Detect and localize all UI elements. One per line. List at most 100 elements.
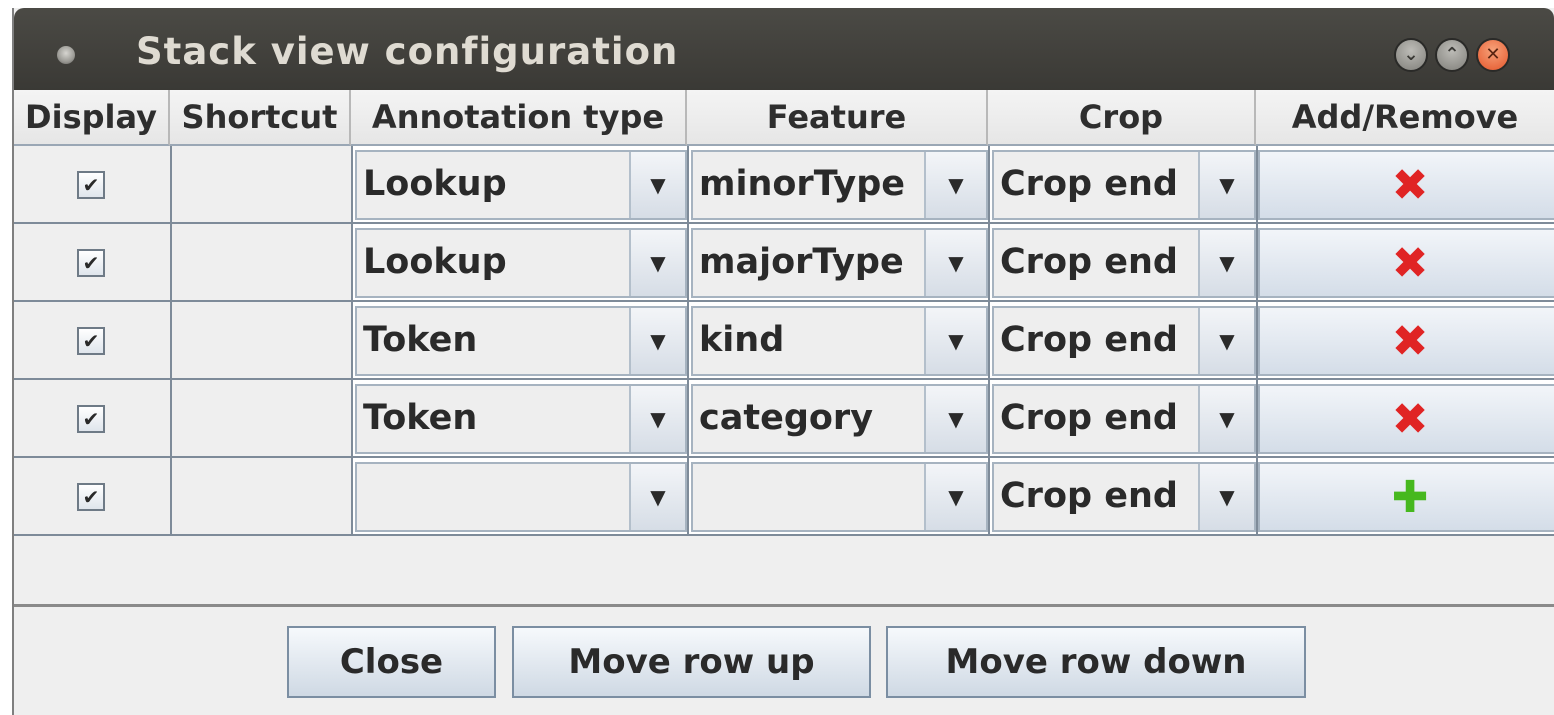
dropdown-arrow-icon[interactable]: ▼	[1198, 308, 1254, 374]
feature-combo[interactable]: category ▼	[691, 384, 988, 454]
add-remove-cell: ✖	[1258, 146, 1554, 224]
display-cell: ✔	[14, 224, 172, 302]
annotation-type-cell: ▼	[353, 458, 689, 536]
display-checkbox[interactable]: ✔	[77, 171, 105, 199]
annotation-type-cell: Token ▼	[353, 380, 689, 458]
crop-value: Crop end	[1000, 242, 1178, 282]
crop-cell: Crop end ▼	[990, 458, 1258, 536]
move-row-down-button[interactable]: Move row down	[886, 626, 1306, 698]
window-title: Stack view configuration	[136, 30, 679, 73]
feature-cell: minorType ▼	[689, 146, 990, 224]
table-row: ✔ Lookup ▼ majorType ▼ Crop end ▼ ✖	[14, 224, 1554, 302]
stack-config-table: Display Shortcut Annotation type Feature…	[14, 90, 1554, 536]
remove-row-button[interactable]: ✖	[1258, 306, 1554, 376]
dropdown-arrow-icon[interactable]: ▼	[629, 152, 685, 218]
annotation-type-combo[interactable]: Lookup ▼	[355, 228, 687, 298]
title-bar[interactable]: Stack view configuration ⌄ ⌃ ✕	[14, 8, 1554, 90]
feature-combo[interactable]: majorType ▼	[691, 228, 988, 298]
feature-cell: ▼	[689, 458, 990, 536]
feature-value: minorType	[699, 164, 906, 204]
crop-combo[interactable]: Crop end ▼	[992, 384, 1256, 454]
dropdown-arrow-icon[interactable]: ▼	[924, 464, 986, 530]
add-remove-cell: ✚	[1258, 458, 1554, 536]
display-checkbox[interactable]: ✔	[77, 249, 105, 277]
annotation-type-combo[interactable]: Lookup ▼	[355, 150, 687, 220]
table-row: ✔ Token ▼ category ▼ Crop end ▼ ✖	[14, 380, 1554, 458]
dropdown-arrow-icon[interactable]: ▼	[1198, 152, 1254, 218]
shortcut-cell[interactable]	[172, 224, 353, 302]
remove-row-button[interactable]: ✖	[1258, 228, 1554, 298]
annotation-type-combo[interactable]: Token ▼	[355, 306, 687, 376]
feature-cell: category ▼	[689, 380, 990, 458]
crop-combo[interactable]: Crop end ▼	[992, 150, 1256, 220]
dropdown-arrow-icon[interactable]: ▼	[924, 308, 986, 374]
display-cell: ✔	[14, 458, 172, 536]
annotation-type-value: Token	[363, 320, 478, 360]
annotation-type-value: Lookup	[363, 164, 507, 204]
shortcut-cell[interactable]	[172, 146, 353, 224]
display-checkbox[interactable]: ✔	[77, 483, 105, 511]
annotation-type-cell: Token ▼	[353, 302, 689, 380]
shortcut-cell[interactable]	[172, 458, 353, 536]
dropdown-arrow-icon[interactable]: ▼	[924, 230, 986, 296]
crop-value: Crop end	[1000, 398, 1178, 438]
feature-combo[interactable]: ▼	[691, 462, 988, 532]
annotation-type-combo[interactable]: Token ▼	[355, 384, 687, 454]
remove-row-button[interactable]: ✖	[1258, 150, 1554, 220]
display-cell: ✔	[14, 302, 172, 380]
header-crop[interactable]: Crop	[988, 90, 1256, 146]
header-annotation-type[interactable]: Annotation type	[351, 90, 687, 146]
header-feature[interactable]: Feature	[687, 90, 988, 146]
close-button[interactable]: Close	[287, 626, 496, 698]
feature-combo[interactable]: kind ▼	[691, 306, 988, 376]
crop-cell: Crop end ▼	[990, 146, 1258, 224]
window-menu-icon[interactable]	[57, 46, 75, 64]
header-shortcut[interactable]: Shortcut	[170, 90, 351, 146]
annotation-type-value: Lookup	[363, 242, 507, 282]
dropdown-arrow-icon[interactable]: ▼	[629, 386, 685, 452]
shortcut-cell[interactable]	[172, 302, 353, 380]
table-row: ✔ Lookup ▼ minorType ▼ Crop end ▼ ✖	[14, 146, 1554, 224]
minimize-button[interactable]: ⌄	[1394, 38, 1428, 72]
feature-cell: kind ▼	[689, 302, 990, 380]
add-remove-cell: ✖	[1258, 380, 1554, 458]
dropdown-arrow-icon[interactable]: ▼	[629, 230, 685, 296]
dropdown-arrow-icon[interactable]: ▼	[1198, 386, 1254, 452]
dropdown-arrow-icon[interactable]: ▼	[924, 386, 986, 452]
feature-combo[interactable]: minorType ▼	[691, 150, 988, 220]
add-row-button[interactable]: ✚	[1258, 462, 1554, 532]
close-window-button[interactable]: ✕	[1476, 38, 1510, 72]
crop-value: Crop end	[1000, 164, 1178, 204]
feature-cell: majorType ▼	[689, 224, 990, 302]
display-checkbox[interactable]: ✔	[77, 405, 105, 433]
add-remove-cell: ✖	[1258, 224, 1554, 302]
annotation-type-cell: Lookup ▼	[353, 224, 689, 302]
feature-value: category	[699, 398, 874, 438]
dropdown-arrow-icon[interactable]: ▼	[629, 308, 685, 374]
crop-value: Crop end	[1000, 476, 1178, 516]
feature-value: kind	[699, 320, 785, 360]
display-cell: ✔	[14, 146, 172, 224]
dropdown-arrow-icon[interactable]: ▼	[629, 464, 685, 530]
shortcut-cell[interactable]	[172, 380, 353, 458]
add-remove-cell: ✖	[1258, 302, 1554, 380]
crop-combo[interactable]: Crop end ▼	[992, 228, 1256, 298]
header-add-remove[interactable]: Add/Remove	[1256, 90, 1554, 146]
crop-cell: Crop end ▼	[990, 224, 1258, 302]
remove-row-button[interactable]: ✖	[1258, 384, 1554, 454]
header-display[interactable]: Display	[14, 90, 170, 146]
crop-combo[interactable]: Crop end ▼	[992, 306, 1256, 376]
separator	[14, 604, 1554, 607]
dropdown-arrow-icon[interactable]: ▼	[924, 152, 986, 218]
annotation-type-value: Token	[363, 398, 478, 438]
dropdown-arrow-icon[interactable]: ▼	[1198, 230, 1254, 296]
stack-view-config-window: Stack view configuration ⌄ ⌃ ✕ Display S…	[12, 8, 1554, 715]
crop-cell: Crop end ▼	[990, 302, 1258, 380]
move-row-up-button[interactable]: Move row up	[512, 626, 871, 698]
dropdown-arrow-icon[interactable]: ▼	[1198, 464, 1254, 530]
crop-combo[interactable]: Crop end ▼	[992, 462, 1256, 532]
display-checkbox[interactable]: ✔	[77, 327, 105, 355]
annotation-type-combo[interactable]: ▼	[355, 462, 687, 532]
maximize-button[interactable]: ⌃	[1435, 38, 1469, 72]
display-cell: ✔	[14, 380, 172, 458]
